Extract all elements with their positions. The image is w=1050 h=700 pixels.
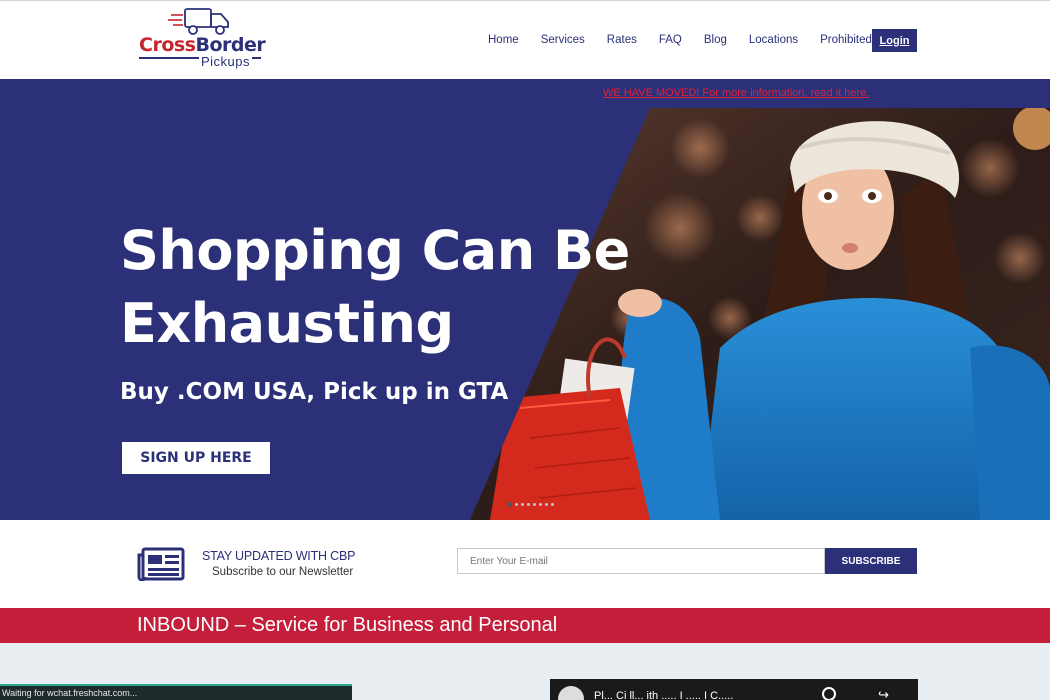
nav-home[interactable]: Home <box>488 34 519 46</box>
site-header: CrossBorder Pickups Home Services Rates … <box>0 0 1050 79</box>
newsletter-subtitle: Subscribe to our Newsletter <box>212 566 354 578</box>
embedded-video[interactable]: Pl... Ci ll... ith ..... I ..... I C....… <box>550 679 918 700</box>
hero-subheadline: Buy .COM USA, Pick up in GTA <box>120 379 509 405</box>
nav-prohibited[interactable]: Prohibited <box>820 34 872 46</box>
sign-up-button[interactable]: SIGN UP HERE <box>122 442 270 474</box>
slider-dot[interactable] <box>533 503 536 506</box>
nav-services[interactable]: Services <box>541 34 585 46</box>
inbound-banner: INBOUND – Service for Business and Perso… <box>0 608 1050 643</box>
nav-blog[interactable]: Blog <box>704 34 727 46</box>
inbound-title: INBOUND – Service for Business and Perso… <box>137 614 558 636</box>
delivery-truck-icon <box>168 8 229 35</box>
nav-rates[interactable]: Rates <box>607 34 637 46</box>
slider-dot[interactable] <box>551 503 554 506</box>
browser-status-bar: Waiting for wchat.freshchat.com... <box>0 684 352 700</box>
subscribe-button[interactable]: SUBSCRIBE <box>825 548 917 574</box>
newsletter-title: STAY UPDATED WITH CBP <box>202 549 356 563</box>
slider-dot[interactable] <box>545 503 548 506</box>
slider-dot[interactable] <box>507 502 512 507</box>
share-icon[interactable]: ↪ <box>878 687 889 700</box>
watch-later-icon[interactable] <box>822 687 836 700</box>
moved-notice-link[interactable]: WE HAVE MOVED! For more information, rea… <box>603 87 869 99</box>
video-title: Pl... Ci ll... ith ..... I ..... I C....… <box>594 690 734 700</box>
hero-slider: WE HAVE MOVED! For more information, rea… <box>0 79 1050 520</box>
nav-faq[interactable]: FAQ <box>659 34 682 46</box>
slider-dot[interactable] <box>539 503 542 506</box>
slider-dot[interactable] <box>515 503 518 506</box>
newspaper-icon <box>137 547 185 581</box>
logo-subtitle: Pickups <box>199 54 253 69</box>
slider-dot[interactable] <box>521 503 524 506</box>
site-logo[interactable]: CrossBorder Pickups <box>137 5 267 69</box>
hero-headline-line1: Shopping Can Be <box>120 219 630 282</box>
logo-wordmark: CrossBorder <box>139 34 266 56</box>
newsletter-email-input[interactable] <box>457 548 825 574</box>
hero-headline-line2: Exhausting <box>120 292 454 355</box>
slider-dot[interactable] <box>527 503 530 506</box>
section-spacer <box>0 584 1050 608</box>
nav-locations[interactable]: Locations <box>749 34 798 46</box>
main-nav: Home Services Rates FAQ Blog Locations P… <box>488 34 894 46</box>
login-button[interactable]: Login <box>872 29 917 52</box>
slider-pagination <box>507 502 554 507</box>
hero-headline: Shopping Can Be Exhausting <box>120 214 630 360</box>
channel-avatar <box>558 686 584 700</box>
